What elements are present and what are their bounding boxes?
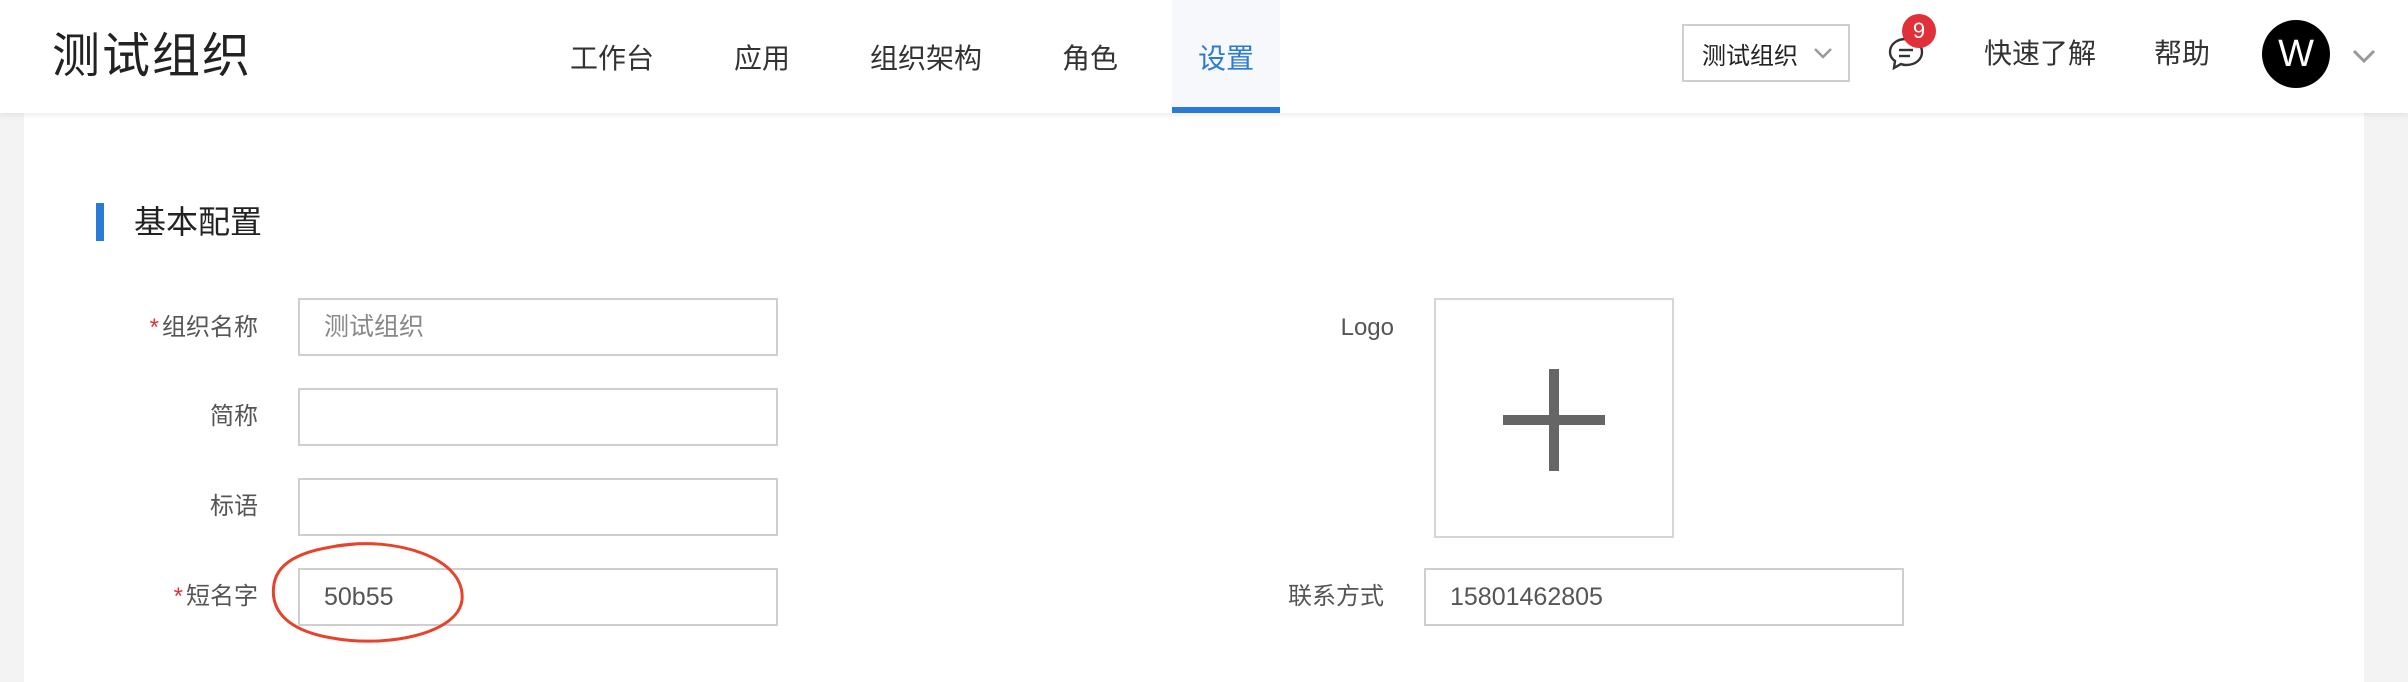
help-link[interactable]: 帮助 xyxy=(2154,34,2210,74)
nav-apps[interactable]: 应用 xyxy=(708,0,816,113)
section-accent-bar xyxy=(96,203,104,241)
quick-start-link[interactable]: 快速了解 xyxy=(1984,34,2096,74)
annotation-ellipse xyxy=(271,542,464,643)
short-label: 简称 xyxy=(210,403,258,430)
logo-upload[interactable] xyxy=(1434,298,1674,538)
required-mark: * xyxy=(149,314,159,341)
contact-input[interactable]: 15801462805 xyxy=(1424,568,1904,626)
user-avatar[interactable]: W xyxy=(2262,20,2330,88)
main-nav: 工作台 应用 组织架构 角色 设置 xyxy=(530,0,1294,113)
short-name-label: * 短名字 xyxy=(174,580,258,614)
nav-roles[interactable]: 角色 xyxy=(1036,0,1144,113)
notification-badge: 9 xyxy=(1902,14,1936,48)
nav-settings[interactable]: 设置 xyxy=(1172,0,1281,113)
chevron-down-icon[interactable] xyxy=(2350,42,2378,70)
nav-workbench[interactable]: 工作台 xyxy=(544,0,680,113)
top-header: 测试组织 工作台 应用 组织架构 角色 设置 测试组织 9 快速了解 帮助 W xyxy=(0,0,2408,113)
contact-label: 联系方式 xyxy=(1288,583,1384,610)
chevron-down-icon xyxy=(1814,48,1832,59)
plus-icon xyxy=(1503,369,1605,471)
org-switcher-label: 测试组织 xyxy=(1702,42,1798,70)
slogan-label: 标语 xyxy=(210,493,258,520)
short-input[interactable] xyxy=(298,388,778,446)
org-name-input[interactable]: 测试组织 xyxy=(298,298,778,356)
org-switcher-dropdown[interactable]: 测试组织 xyxy=(1682,24,1850,82)
slogan-input[interactable] xyxy=(298,478,778,536)
org-name-label: * 组织名称 xyxy=(150,311,258,345)
org-name-label-text: 组织名称 xyxy=(162,314,258,341)
required-mark: * xyxy=(173,583,183,610)
section-title: 基本配置 xyxy=(134,204,263,240)
nav-org-structure[interactable]: 组织架构 xyxy=(844,0,1008,113)
org-brand-title: 测试组织 xyxy=(52,30,253,83)
logo-label: Logo xyxy=(1340,314,1394,341)
short-name-label-text: 短名字 xyxy=(186,583,258,610)
